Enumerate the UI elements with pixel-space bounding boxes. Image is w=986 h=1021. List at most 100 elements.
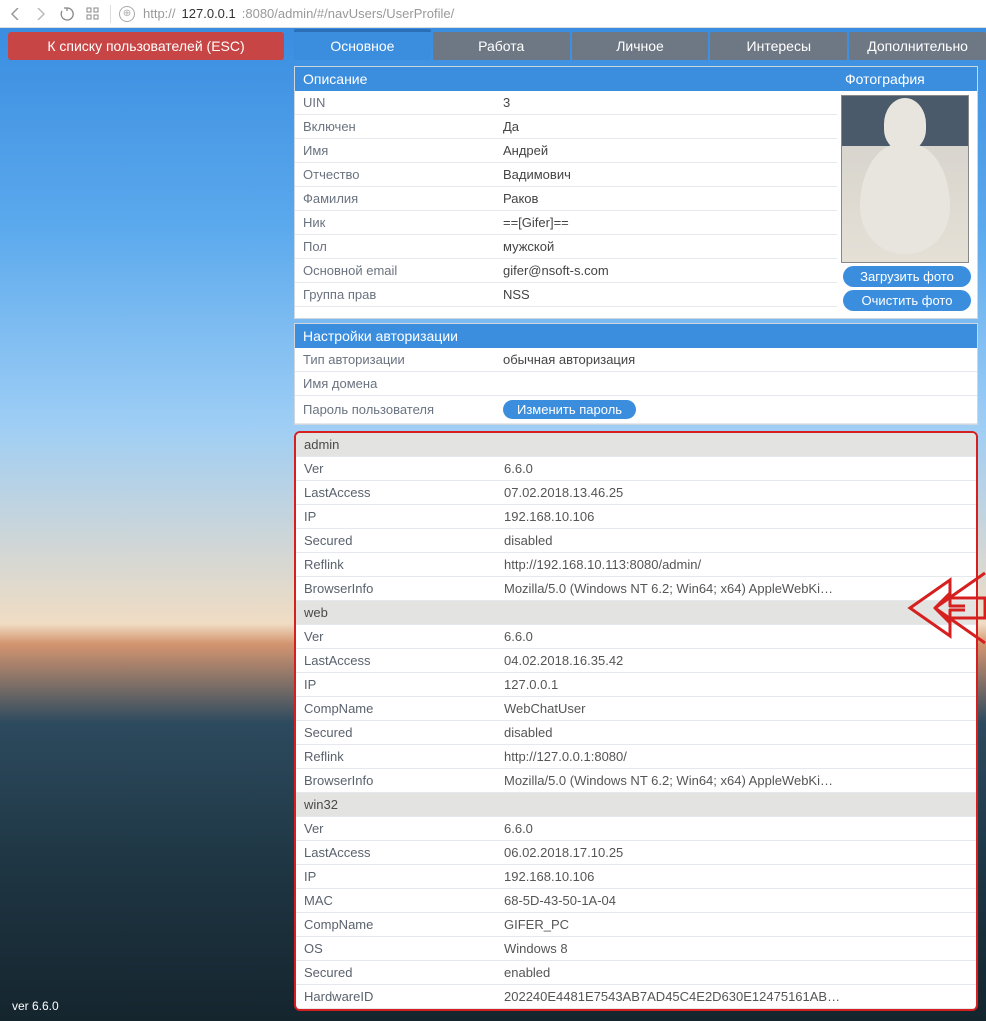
session-field-label: Reflink [296,745,496,769]
session-field-value: 6.6.0 [496,457,976,481]
table-row: IP192.168.10.106 [296,505,976,529]
table-row: Secureddisabled [296,721,976,745]
session-field-value: disabled [496,721,976,745]
session-field-value: 04.02.2018.16.35.42 [496,649,976,673]
session-field-label: MAC [296,889,496,913]
version-label: ver 6.6.0 [12,999,59,1013]
surname-label: Фамилия [295,187,495,211]
table-row: LastAccess06.02.2018.17.10.25 [296,841,976,865]
description-header: Описание [295,67,837,91]
auth-header: Настройки авторизации [295,324,977,348]
profile-tabs: Основное Работа Личное Интересы Дополнит… [294,32,986,62]
session-field-value: Windows 8 [496,937,976,961]
session-field-value: GIFER_PC [496,913,976,937]
table-row: CompNameWebChatUser [296,697,976,721]
session-group-header: web [296,601,976,625]
reload-icon[interactable] [58,5,76,23]
auth-section: Настройки авторизации Тип авторизацииобы… [294,323,978,425]
name-label: Имя [295,139,495,163]
upload-photo-button[interactable]: Загрузить фото [843,266,971,287]
table-row: BrowserInfoMozilla/5.0 (Windows NT 6.2; … [296,769,976,793]
table-row: Secureddisabled [296,529,976,553]
photo-header: Фотография [837,67,977,91]
back-to-users-button[interactable]: К списку пользователей (ESC) [8,32,284,60]
session-field-label: IP [296,505,496,529]
session-field-value: Mozilla/5.0 (Windows NT 6.2; Win64; x64)… [496,769,976,793]
nav-forward-icon[interactable] [32,5,50,23]
session-field-label: LastAccess [296,649,496,673]
change-password-button[interactable]: Изменить пароль [503,400,636,419]
table-row: win32 [296,793,976,817]
sessions-box: adminVer6.6.0LastAccess07.02.2018.13.46.… [294,431,978,1011]
session-field-label: Ver [296,817,496,841]
session-field-label: Reflink [296,553,496,577]
session-field-label: LastAccess [296,481,496,505]
nick-label: Ник [295,211,495,235]
tab-extra[interactable]: Дополнительно [849,32,986,60]
surname-value: Раков [495,187,837,211]
session-field-label: LastAccess [296,841,496,865]
tab-interests[interactable]: Интересы [710,32,847,60]
browser-chrome: ⊕ http://127.0.0.1:8080/admin/#/navUsers… [0,0,986,28]
session-field-label: Secured [296,961,496,985]
user-photo [841,95,969,263]
session-field-label: Secured [296,721,496,745]
group-value: NSS [495,283,837,307]
session-field-label: Ver [296,625,496,649]
sex-label: Пол [295,235,495,259]
table-row: IP127.0.0.1 [296,673,976,697]
session-field-value: 202240E4481E7543AB7AD45C4E2D630E12475161… [496,985,976,1009]
session-field-value: enabled [496,961,976,985]
name-value: Андрей [495,139,837,163]
clear-photo-button[interactable]: Очистить фото [843,290,971,311]
description-section: Описание UIN3 ВключенДа ИмяАндрей Отчест… [294,66,978,319]
session-field-label: BrowserInfo [296,769,496,793]
table-row: Ver6.6.0 [296,625,976,649]
table-row: Reflinkhttp://192.168.10.113:8080/admin/ [296,553,976,577]
uin-label: UIN [295,91,495,115]
table-row: web [296,601,976,625]
enabled-label: Включен [295,115,495,139]
session-field-label: OS [296,937,496,961]
password-label: Пароль пользователя [295,396,495,424]
email-label: Основной email [295,259,495,283]
table-row: BrowserInfoMozilla/5.0 (Windows NT 6.2; … [296,577,976,601]
table-row: Securedenabled [296,961,976,985]
nav-back-icon[interactable] [6,5,24,23]
apps-icon[interactable] [84,5,102,23]
table-row: LastAccess07.02.2018.13.46.25 [296,481,976,505]
email-value: gifer@nsoft-s.com [495,259,837,283]
domain-label: Имя домена [295,372,495,396]
session-field-value: 127.0.0.1 [496,673,976,697]
tab-personal[interactable]: Личное [572,32,709,60]
enabled-value: Да [495,115,837,139]
table-row: HardwareID202240E4481E7543AB7AD45C4E2D63… [296,985,976,1009]
table-row: admin [296,433,976,457]
nick-value: ==[Gifer]== [495,211,837,235]
session-group-header: admin [296,433,976,457]
table-row: IP192.168.10.106 [296,865,976,889]
session-field-label: BrowserInfo [296,577,496,601]
session-field-label: Secured [296,529,496,553]
auth-type-value: обычная авторизация [495,348,977,372]
table-row: Ver6.6.0 [296,817,976,841]
session-field-value: 07.02.2018.13.46.25 [496,481,976,505]
session-field-label: IP [296,865,496,889]
table-row: Reflinkhttp://127.0.0.1:8080/ [296,745,976,769]
patronymic-label: Отчество [295,163,495,187]
tab-main[interactable]: Основное [294,29,431,60]
session-field-value: 192.168.10.106 [496,865,976,889]
session-field-value: disabled [496,529,976,553]
session-field-label: CompName [296,697,496,721]
url-bar[interactable]: http://127.0.0.1:8080/admin/#/navUsers/U… [143,6,980,21]
table-row: LastAccess04.02.2018.16.35.42 [296,649,976,673]
session-field-value: 6.6.0 [496,817,976,841]
group-label: Группа прав [295,283,495,307]
uin-value: 3 [495,91,837,115]
tab-work[interactable]: Работа [433,32,570,60]
domain-value [495,372,977,396]
table-row: OSWindows 8 [296,937,976,961]
session-group-header: win32 [296,793,976,817]
session-field-label: HardwareID [296,985,496,1009]
table-row: Ver6.6.0 [296,457,976,481]
